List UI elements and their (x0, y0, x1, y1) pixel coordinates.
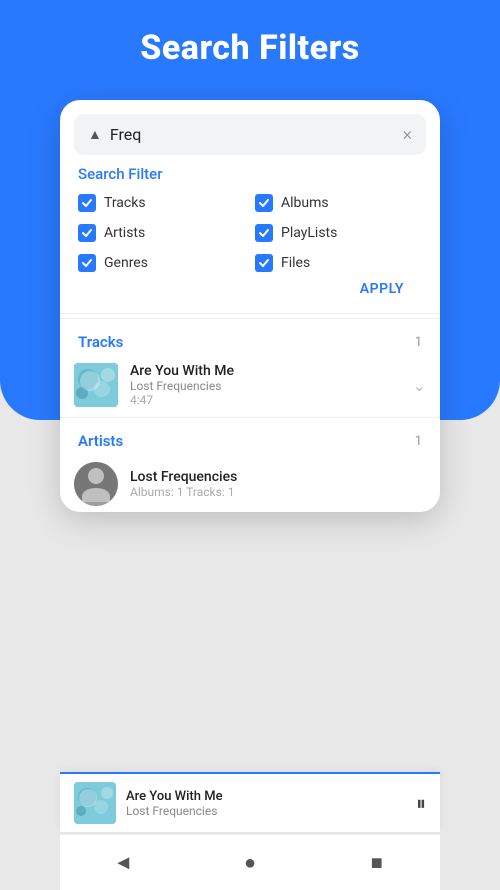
filter-item-playlists[interactable]: PlayLists (255, 221, 422, 245)
checkbox-artists[interactable] (78, 224, 96, 242)
filter-label-genres: Genres (104, 255, 148, 271)
now-playing-bar: Are You With Me Lost Frequencies ⏸ (60, 772, 440, 832)
filter-item-files[interactable]: Files (255, 251, 422, 275)
filter-label-artists: Artists (104, 225, 145, 241)
now-playing-thumbnail (74, 782, 116, 824)
track-thumbnail (74, 363, 118, 407)
artists-section-count: 1 (415, 434, 422, 449)
search-bar[interactable]: ▲ Freq × (74, 114, 426, 155)
apply-button[interactable]: APPLY (360, 281, 404, 297)
artist-thumbnail (74, 462, 118, 506)
expand-icon[interactable]: ⌄ (413, 376, 426, 395)
checkbox-albums[interactable] (255, 194, 273, 212)
chevron-up-icon: ▲ (88, 126, 102, 143)
filter-grid: Tracks Albums Artists PlayLists (78, 191, 422, 275)
artists-section-header: Artists 1 (60, 422, 440, 456)
tracks-section-count: 1 (415, 335, 422, 350)
filter-label-albums: Albums (281, 195, 329, 211)
search-query: Freq (110, 125, 395, 144)
checkbox-files[interactable] (255, 254, 273, 272)
close-icon[interactable]: × (403, 124, 412, 145)
now-playing-info: Are You With Me Lost Frequencies (126, 789, 406, 818)
artist-info: Lost Frequencies Albums: 1 Tracks: 1 (130, 469, 237, 499)
tracks-section-header: Tracks 1 (60, 323, 440, 357)
checkbox-tracks[interactable] (78, 194, 96, 212)
apply-row: APPLY (78, 275, 422, 307)
pause-button[interactable]: ⏸ (416, 791, 426, 815)
bottom-nav: ◄ ● ■ (60, 834, 440, 890)
checkbox-playlists[interactable] (255, 224, 273, 242)
filter-item-genres[interactable]: Genres (78, 251, 245, 275)
artist-row[interactable]: Lost Frequencies Albums: 1 Tracks: 1 (60, 456, 440, 512)
now-playing-title: Are You With Me (126, 789, 406, 804)
track-artist: Lost Frequencies (130, 379, 401, 393)
tracks-section-title: Tracks (78, 333, 123, 351)
artist-name: Lost Frequencies (130, 469, 237, 485)
filter-section: Search Filter Tracks Albums Artists (60, 155, 440, 314)
artists-section-title: Artists (78, 432, 123, 450)
main-card: ▲ Freq × Search Filter Tracks Albums (60, 100, 440, 512)
filter-label-tracks: Tracks (104, 195, 146, 211)
divider-2 (60, 417, 440, 418)
filter-title: Search Filter (78, 165, 422, 183)
filter-label-files: Files (281, 255, 310, 271)
filter-item-albums[interactable]: Albums (255, 191, 422, 215)
track-name: Are You With Me (130, 363, 401, 379)
stop-button[interactable]: ■ (357, 843, 397, 883)
filter-label-playlists: PlayLists (281, 225, 337, 241)
artist-meta: Albums: 1 Tracks: 1 (130, 485, 237, 499)
checkbox-genres[interactable] (78, 254, 96, 272)
filter-item-tracks[interactable]: Tracks (78, 191, 245, 215)
filter-item-artists[interactable]: Artists (78, 221, 245, 245)
track-row[interactable]: Are You With Me Lost Frequencies 4:47 ⌄ (60, 357, 440, 413)
track-info: Are You With Me Lost Frequencies 4:47 (130, 363, 401, 407)
page-title: Search Filters (0, 28, 500, 68)
track-duration: 4:47 (130, 393, 401, 407)
home-button[interactable]: ● (230, 843, 270, 883)
now-playing-artist: Lost Frequencies (126, 804, 406, 818)
back-button[interactable]: ◄ (103, 843, 143, 883)
divider-1 (60, 318, 440, 319)
